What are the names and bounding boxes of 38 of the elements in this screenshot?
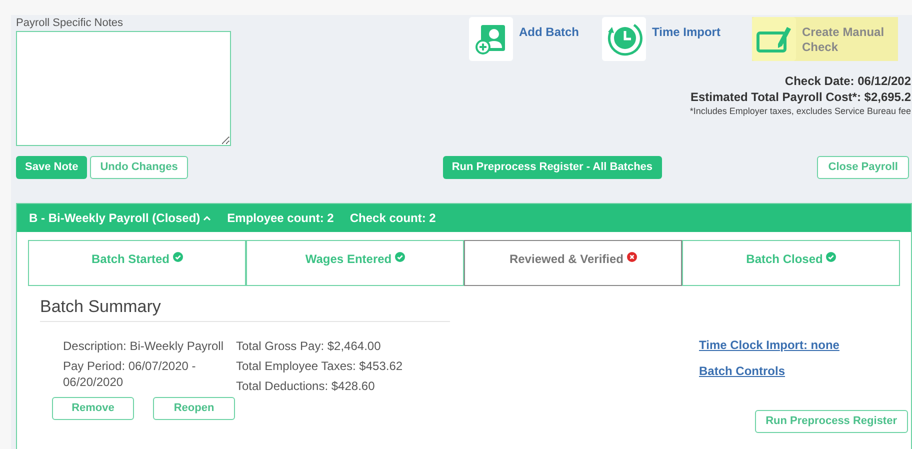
detail-text: Pay Period: 06/07/2020 - 06/20/2020 — [63, 358, 197, 390]
detail-text: Total Deductions: $428.60 — [236, 378, 376, 394]
batch-controls-link[interactable]: Batch Controls — [699, 362, 786, 380]
notes-label: Payroll Specific Notes — [16, 17, 124, 30]
step-label: Wages Entered — [305, 251, 392, 268]
pen-icon — [756, 24, 792, 54]
check-circle-icon — [394, 252, 405, 262]
detail-text: Total Gross Pay: $2,464.00 — [236, 338, 382, 354]
undo-changes-button[interactable]: Undo Changes — [90, 156, 188, 179]
action-button[interactable]: Time Import — [602, 17, 748, 61]
time-clock-import-link[interactable]: Time Clock Import: none — [699, 336, 840, 354]
batch-summary-title: Batch Summary — [40, 296, 450, 322]
notes-field[interactable] — [16, 31, 231, 146]
batch-title: B - Bi-Weekly Payroll (Closed) — [29, 210, 200, 227]
action-button[interactable]: Add Batch — [469, 17, 598, 61]
employee-count: Employee count: 2 — [227, 210, 334, 227]
run-preprocess-register-button[interactable]: Run Preprocess Register — [754, 410, 908, 433]
batch-header[interactable]: B - Bi-Weekly Payroll (Closed) Employee count: 2 Check count: 2 — [17, 204, 911, 232]
step-label: Reviewed & Verified — [509, 251, 624, 268]
cost-footnote: *Includes Employer taxes, excludes Service Bureau fee — [690, 105, 911, 117]
action-button[interactable]: Create Manual Check — [752, 17, 898, 61]
chevron-icon — [203, 215, 212, 221]
detail-text: Description: Bi-Weekly Payroll — [63, 338, 224, 354]
step-label: Batch Started — [91, 251, 170, 268]
reopen-button[interactable]: Reopen — [153, 397, 235, 420]
x-circle-icon — [626, 252, 637, 262]
check-count: Check count: 2 — [350, 210, 436, 227]
check-circle-icon — [826, 252, 836, 262]
close-payroll-button[interactable]: Close Payroll — [817, 156, 909, 179]
save-note-button[interactable]: Save Note — [16, 156, 88, 179]
total-cost: Estimated Total Payroll Cost*: $2,695.2 — [690, 89, 911, 105]
remove-button[interactable]: Remove — [52, 397, 134, 420]
person-add-icon — [475, 23, 507, 55]
run-all-batches-button[interactable]: Run Preprocess Register - All Batches — [442, 156, 662, 179]
detail-text: Total Employee Taxes: $453.62 — [236, 358, 404, 374]
check-circle-icon — [172, 252, 183, 262]
step-label: Batch Closed — [746, 251, 823, 268]
check-date: Check Date: 06/12/202 — [784, 73, 911, 89]
